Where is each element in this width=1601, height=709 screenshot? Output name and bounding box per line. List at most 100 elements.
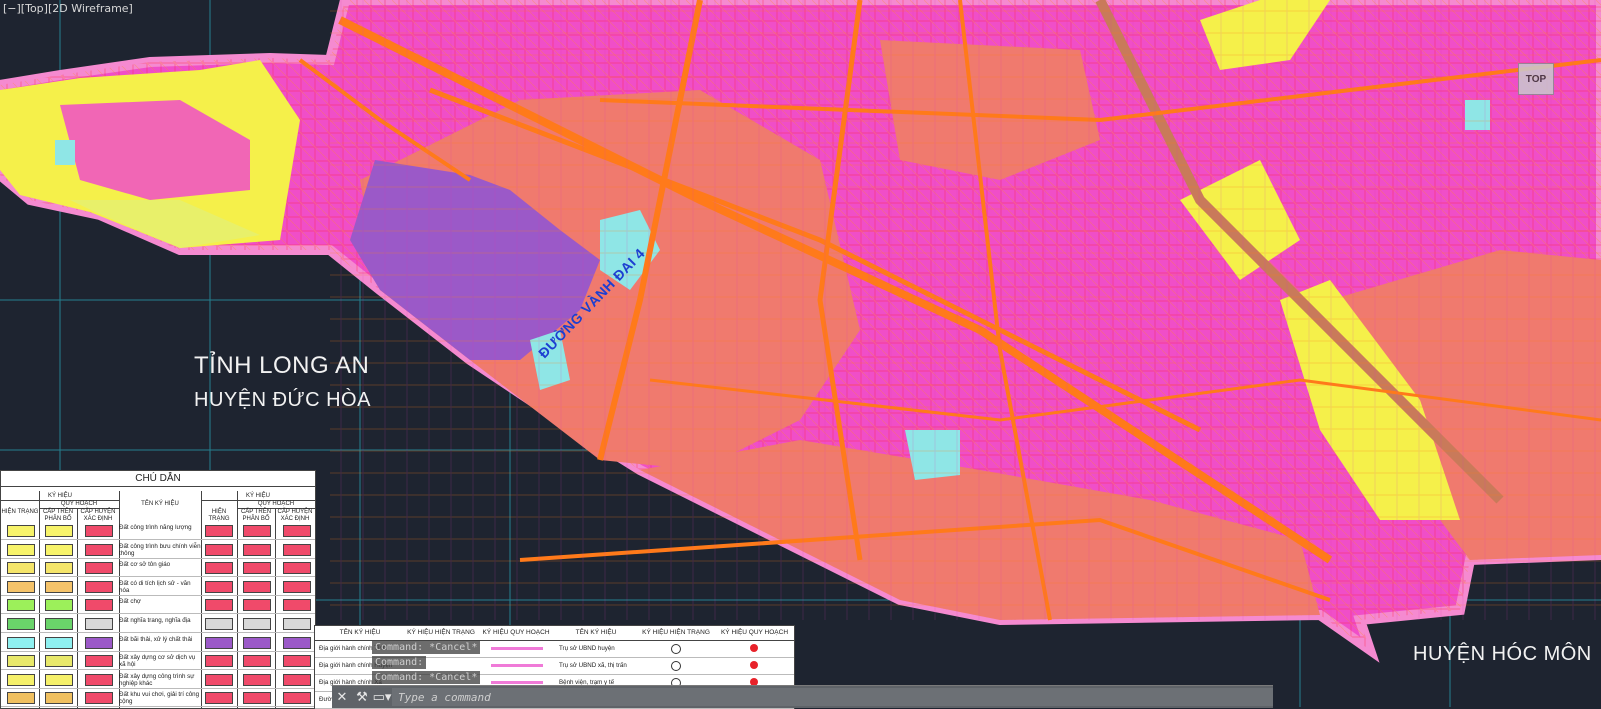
legend-swatch-hien-trang-2 xyxy=(205,618,233,630)
legend-swatch-hien-trang xyxy=(7,618,35,630)
legend-row: Đất có di tích lịch sử - văn hóa xyxy=(1,577,315,596)
legend-swatch-cap-tren-2 xyxy=(243,599,271,612)
province-label: TỈNH LONG AN xyxy=(194,352,370,379)
legend-row-label: Đất có di tích lịch sử - văn hóa xyxy=(119,579,191,594)
legend-swatch-hien-trang xyxy=(7,673,35,686)
legend-bottom-header-1: TÊN KÝ HIỆU xyxy=(315,626,405,641)
legend-row: Đất xây dựng công trình sự nghiệp khác xyxy=(1,670,315,689)
legend-bottom-line-symbol xyxy=(491,647,543,650)
legend-swatch-hien-trang xyxy=(7,636,35,649)
legend-swatch-cap-huyen-2 xyxy=(283,636,311,649)
legend-row-label: Đất bãi thải, xử lý chất thải xyxy=(119,635,193,643)
legend-swatch-cap-huyen-2 xyxy=(283,543,311,556)
legend-bottom-dot-hien-trang xyxy=(671,644,681,654)
legend-swatch-cap-tren-2 xyxy=(243,562,271,575)
legend-header-ten: TÊN KÝ HIỆU xyxy=(141,501,179,507)
legend-swatch-cap-huyen xyxy=(85,636,113,649)
legend-bottom-header-2: KÝ HIỆU HIỆN TRẠNG xyxy=(405,626,477,641)
navcube-top[interactable]: TOP xyxy=(1518,63,1554,95)
legend-bottom-dot-quy-hoach xyxy=(750,644,758,652)
legend-row: Đất khu vui chơi, giải trí công cộng xyxy=(1,688,315,708)
legend-swatch-hien-trang xyxy=(7,692,35,705)
legend-swatch-hien-trang xyxy=(7,655,35,668)
legend-bottom-header-3: KÝ HIỆU QUY HOẠCH xyxy=(477,626,555,641)
legend-swatch-cap-tren xyxy=(45,692,73,705)
legend-swatch-cap-huyen xyxy=(85,599,113,612)
legend-header-hien-trang: HIỆN TRẠNG xyxy=(1,509,39,515)
legend-swatch-hien-trang xyxy=(7,599,35,612)
legend-swatch-cap-huyen xyxy=(85,525,113,537)
legend-swatch-hien-trang-2 xyxy=(205,562,233,575)
legend-swatch-hien-trang-2 xyxy=(205,692,233,705)
legend-swatch-cap-huyen-2 xyxy=(283,618,311,630)
legend-swatch-cap-tren xyxy=(45,618,73,630)
parcel-texture xyxy=(330,0,1601,620)
legend-row: Đất công trình bưu chính viễn thông xyxy=(1,540,315,559)
legend-bottom-dot-hien-trang xyxy=(671,661,681,671)
legend-row-label: Đất công trình bưu chính viễn thông xyxy=(119,542,201,557)
legend-swatch-hien-trang xyxy=(7,525,35,537)
legend-swatch-cap-tren-2 xyxy=(243,692,271,705)
legend-swatch-cap-tren-2 xyxy=(243,655,271,668)
legend-swatch-cap-tren-2 xyxy=(243,636,271,649)
legend-swatch-cap-huyen xyxy=(85,655,113,668)
legend-row-label: Đất khu vui chơi, giải trí công cộng xyxy=(119,691,200,706)
legend-row: Đất công trình năng lượng xyxy=(1,521,315,540)
legend-title: CHÚ DẪN xyxy=(1,471,315,487)
legend-row: Đất chợ xyxy=(1,595,315,615)
legend-bottom-header-4: TÊN KÝ HIỆU xyxy=(555,626,637,641)
legend-swatch-cap-tren-2 xyxy=(243,618,271,630)
district-label-right: HUYỆN HÓC MÔN xyxy=(1413,643,1592,665)
district-label-left: HUYỆN ĐỨC HÒA xyxy=(194,389,371,411)
legend-row-label: Đất chợ xyxy=(119,598,141,606)
legend-row: Đất bãi thải, xử lý chất thải xyxy=(1,633,315,652)
close-icon[interactable]: ✕ xyxy=(332,687,352,707)
legend-swatch-hien-trang-2 xyxy=(205,673,233,686)
legend-swatch-cap-tren xyxy=(45,599,73,612)
legend-bottom-name-2: Trụ sở UBND huyện xyxy=(559,645,615,652)
legend-swatch-cap-tren xyxy=(45,525,73,537)
legend-swatch-cap-tren xyxy=(45,636,73,649)
legend-swatch-cap-huyen xyxy=(85,692,113,705)
legend-row-label: Đất nghĩa trang, nghĩa địa xyxy=(119,617,191,624)
legend-swatch-cap-huyen xyxy=(85,543,113,556)
legend-swatch-cap-tren xyxy=(45,655,73,668)
legend-panel-left: CHÚ DẪN KÝ HIỆU QUY HOẠCH HIỆN TRẠNG CẤP… xyxy=(0,470,316,709)
legend-bottom-header-6: KÝ HIỆU QUY HOẠCH xyxy=(715,626,794,641)
legend-swatch-cap-huyen-2 xyxy=(283,655,311,668)
legend-row-label: Đất xây dựng cơ sở dịch vụ xã hội xyxy=(119,654,196,669)
legend-swatch-cap-tren-2 xyxy=(243,673,271,686)
customize-wrench-icon[interactable]: ⚒ xyxy=(352,687,372,707)
legend-header-ky-hieu-2: KÝ HIỆU xyxy=(201,493,315,501)
legend-bottom-header-5: KÝ HIỆU HIỆN TRẠNG xyxy=(637,626,715,641)
legend-swatch-hien-trang-2 xyxy=(205,580,233,593)
command-history-line: Command: *Cancel* xyxy=(372,671,481,684)
recent-commands-icon[interactable]: ▭▾ xyxy=(372,687,392,707)
legend-swatch-cap-tren xyxy=(45,562,73,575)
command-history-line: Command: xyxy=(372,656,427,669)
legend-swatch-hien-trang-2 xyxy=(205,655,233,668)
legend-swatch-cap-tren-2 xyxy=(243,580,271,593)
legend-swatch-cap-tren-2 xyxy=(243,525,271,537)
legend-row-label: Đất xây dựng công trình sự nghiệp khác xyxy=(119,672,195,687)
viewport-controls-label[interactable]: [−][Top][2D Wireframe] xyxy=(3,2,133,15)
command-history-line: Command: *Cancel* xyxy=(372,641,481,654)
command-line-bar: ✕ ⚒ ▭▾ xyxy=(332,685,1273,708)
legend-bottom-line-symbol xyxy=(491,681,543,684)
legend-swatch-cap-tren xyxy=(45,673,73,686)
legend-row: Đất nghĩa trang, nghĩa địa xyxy=(1,614,315,633)
command-input[interactable] xyxy=(392,688,1273,706)
legend-swatch-hien-trang-2 xyxy=(205,599,233,612)
legend-swatch-cap-tren xyxy=(45,543,73,556)
legend-swatch-cap-huyen xyxy=(85,618,113,630)
legend-bottom-dot-quy-hoach xyxy=(750,661,758,669)
legend-swatch-hien-trang xyxy=(7,580,35,593)
legend-swatch-cap-huyen xyxy=(85,562,113,575)
legend-swatch-hien-trang-2 xyxy=(205,525,233,537)
legend-swatch-hien-trang xyxy=(7,543,35,556)
legend-swatch-cap-tren-2 xyxy=(243,543,271,556)
legend-row: Đất xây dựng cơ sở dịch vụ xã hội xyxy=(1,651,315,671)
legend-swatch-hien-trang xyxy=(7,562,35,575)
legend-swatch-cap-huyen-2 xyxy=(283,673,311,686)
legend-swatch-cap-huyen xyxy=(85,673,113,686)
